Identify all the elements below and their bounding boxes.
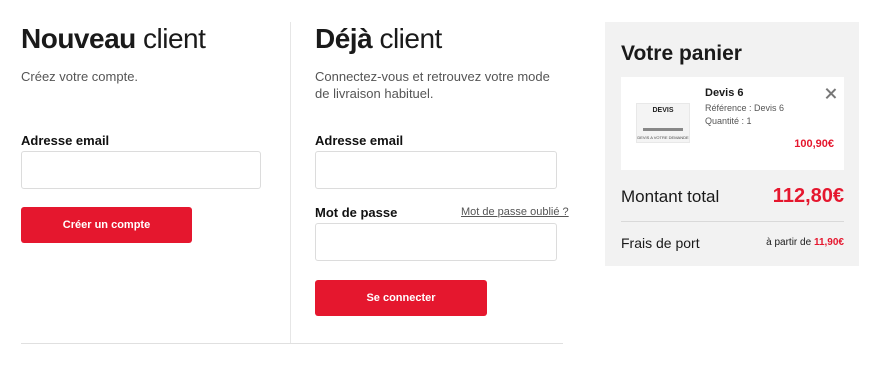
thumbnail-subtitle: DEVIS A VOTRE DEMANDE bbox=[637, 135, 689, 140]
new-client-email-input[interactable] bbox=[21, 151, 261, 189]
close-icon[interactable] bbox=[824, 87, 838, 101]
create-account-button[interactable]: Créer un compte bbox=[21, 207, 192, 243]
thumbnail-products bbox=[643, 128, 683, 131]
cart-item: DEVIS DEVIS A VOTRE DEMANDE Devis 6 Réfé… bbox=[621, 77, 844, 170]
bottom-divider bbox=[21, 343, 563, 344]
existing-client-section: Déjà client Connectez-vous et retrouvez … bbox=[315, 22, 560, 102]
new-client-email-label: Adresse email bbox=[21, 133, 110, 148]
total-value: 112,80€ bbox=[772, 185, 844, 207]
new-client-subtitle: Créez votre compte. bbox=[21, 69, 139, 84]
new-client-title-light: client bbox=[143, 23, 206, 54]
column-divider bbox=[290, 22, 291, 344]
shipping-value: à partir de 11,90€ bbox=[766, 237, 844, 248]
new-client-title-strong: Nouveau bbox=[21, 23, 136, 54]
shipping-amount: 11,90€ bbox=[813, 237, 844, 248]
cart-title: Votre panier bbox=[621, 42, 742, 65]
cart-item-thumbnail: DEVIS DEVIS A VOTRE DEMANDE bbox=[636, 103, 690, 143]
cart-item-reference: Référence : Devis 6 bbox=[705, 103, 785, 113]
login-button[interactable]: Se connecter bbox=[315, 280, 487, 316]
password-input[interactable] bbox=[315, 223, 557, 261]
cart-item-price: 100,90€ bbox=[794, 138, 834, 150]
shipping-prefix: à partir de bbox=[766, 237, 812, 248]
cart-item-name: Devis 6 bbox=[705, 87, 744, 99]
existing-client-email-label: Adresse email bbox=[315, 133, 404, 148]
forgot-password-link[interactable]: Mot de passe oublié ? bbox=[461, 206, 569, 218]
shipping-label: Frais de port bbox=[621, 235, 700, 251]
existing-client-subtitle: Connectez-vous et retrouvez votre mode d… bbox=[315, 69, 550, 101]
total-label: Montant total bbox=[621, 187, 720, 206]
thumbnail-title: DEVIS bbox=[652, 107, 674, 114]
password-label: Mot de passe bbox=[315, 205, 398, 220]
cart-panel: Votre panier DEVIS DEVIS A VOTRE DEMANDE… bbox=[605, 22, 859, 266]
existing-client-title-strong: Déjà bbox=[315, 23, 373, 54]
new-client-title: Nouveau client bbox=[21, 22, 271, 56]
existing-client-title: Déjà client bbox=[315, 22, 560, 56]
existing-client-email-input[interactable] bbox=[315, 151, 557, 189]
cart-separator bbox=[621, 221, 844, 222]
existing-client-title-light: client bbox=[379, 23, 442, 54]
cart-item-quantity: Quantité : 1 bbox=[705, 116, 752, 126]
new-client-section: Nouveau client Créez votre compte. bbox=[21, 22, 271, 85]
